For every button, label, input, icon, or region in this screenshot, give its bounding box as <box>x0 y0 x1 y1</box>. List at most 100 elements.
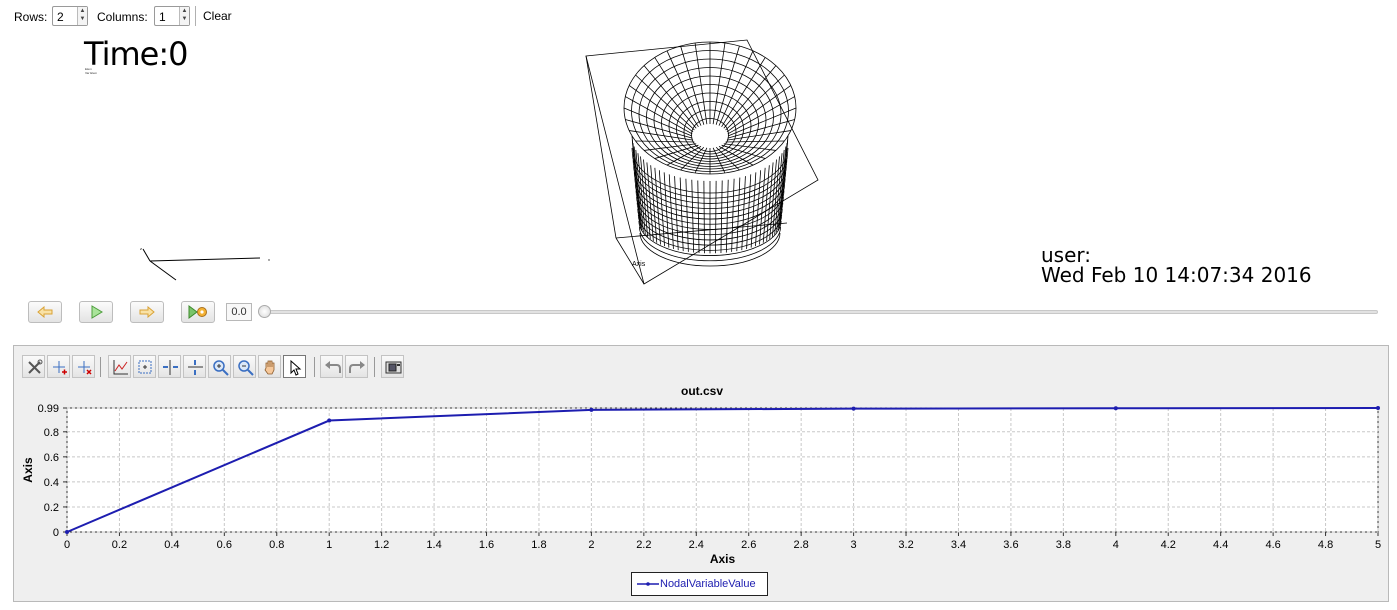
mesh-line <box>674 176 679 251</box>
orientation-axes-icon: x z <box>140 246 270 281</box>
clear-button[interactable]: Clear <box>203 9 232 23</box>
columns-value[interactable]: 1 <box>159 10 166 24</box>
rows-stepper[interactable]: 2 ▲ ▼ <box>52 6 88 26</box>
axis-x-letter: x <box>268 257 270 262</box>
mesh-line <box>685 178 689 252</box>
columns-label: Columns: <box>97 10 148 24</box>
mesh-line <box>703 180 705 254</box>
x-tick-label: 0.8 <box>269 539 284 551</box>
mesh-line <box>750 172 757 248</box>
plot-area <box>66 407 1379 533</box>
time-slider-track[interactable] <box>264 310 1378 314</box>
x-tick-label: 3.8 <box>1056 539 1071 551</box>
x-tick-label: 2.8 <box>794 539 809 551</box>
mesh-line <box>720 180 723 254</box>
rows-label: Rows: <box>14 10 48 24</box>
x-tick-label: 0.2 <box>112 539 127 551</box>
mesh-line <box>668 174 674 249</box>
y-tick-label: 0.99 <box>38 403 59 415</box>
x-tick-label: 4.4 <box>1213 539 1228 551</box>
line-chart[interactable]: 0 0.2 0.4 0.6 0.8 1 1.2 1.4 1.6 1.8 2 2.2 2.4 2.6 2.8 3… <box>14 346 1390 603</box>
mesh-line <box>715 180 717 254</box>
step-forward-button[interactable] <box>130 301 164 323</box>
mesh-line <box>725 179 729 253</box>
data-point[interactable] <box>65 530 69 534</box>
mesh-line <box>691 179 695 253</box>
x-tick-label: 1.6 <box>479 539 494 551</box>
x-tick-label: 1 <box>326 539 332 551</box>
data-point[interactable] <box>1113 406 1118 411</box>
time-value-field[interactable]: 0.0 <box>226 303 252 321</box>
play-button[interactable] <box>79 301 113 323</box>
date-annotation: Wed Feb 10 14:07:34 2016 <box>1041 263 1312 287</box>
y-tick-label: 0.8 <box>44 427 59 439</box>
mesh-radial <box>725 74 785 131</box>
step-back-button[interactable] <box>28 301 62 323</box>
arrow-right-icon <box>139 306 155 318</box>
data-point[interactable] <box>327 418 332 423</box>
cylinder-mesh-render: Axis <box>585 39 819 285</box>
x-tick-label: 0 <box>64 539 70 551</box>
mesh-radial <box>635 140 695 143</box>
x-tick-label: 0.4 <box>164 539 179 551</box>
x-tick-label: 3.2 <box>898 539 913 551</box>
play-icon <box>91 305 103 319</box>
stepper-arrows-icon[interactable]: ▲ ▼ <box>179 7 189 25</box>
mesh-line <box>679 177 684 252</box>
legend-swatch <box>637 582 659 586</box>
y-axis-label: Axis <box>21 457 35 483</box>
mesh-axis-label: Axis <box>632 261 646 268</box>
animation-controls: 0.0 <box>0 298 1397 328</box>
x-axis-label: Axis <box>710 552 736 566</box>
x-tick-label: 4 <box>1113 539 1119 551</box>
rows-value[interactable]: 2 <box>57 10 64 24</box>
x-tick-label: 2 <box>588 539 594 551</box>
time-slider-thumb[interactable] <box>258 305 271 318</box>
time-annotation: Time:0 <box>84 35 188 73</box>
render-viewport[interactable]: Time:0 Elem Var Elem x z Axis user: Wed … <box>0 32 1397 294</box>
play-settings-button[interactable] <box>181 301 215 323</box>
tiny-legend-text: Var Elem <box>85 71 98 75</box>
x-tick-label: 4.8 <box>1318 539 1333 551</box>
data-point[interactable] <box>851 406 856 411</box>
data-point[interactable] <box>1376 406 1380 410</box>
mesh-line <box>731 178 735 252</box>
mesh-radial <box>694 42 708 125</box>
x-tick-label: 5 <box>1375 539 1381 551</box>
mesh-radial <box>628 85 694 133</box>
y-tick-label: 0 <box>53 527 59 539</box>
x-tick-label: 2.2 <box>636 539 651 551</box>
stepper-arrows-icon[interactable]: ▲ ▼ <box>77 7 87 25</box>
x-tick-label: 1.2 <box>374 539 389 551</box>
mesh-radial <box>712 42 726 125</box>
x-tick-label: 0.6 <box>217 539 232 551</box>
mesh-radial <box>726 85 792 133</box>
x-tick-label: 3.4 <box>951 539 966 551</box>
mesh-line <box>663 172 670 248</box>
mesh-line <box>632 143 642 228</box>
x-tick-label: 2.4 <box>689 539 704 551</box>
columns-stepper[interactable]: 1 ▲ ▼ <box>154 6 190 26</box>
mesh-line <box>746 174 752 249</box>
play-gear-icon <box>188 305 207 319</box>
data-point[interactable] <box>589 407 594 412</box>
mesh-radial <box>666 50 702 126</box>
x-tick-label: 1.8 <box>531 539 546 551</box>
chart-legend[interactable]: NodalVariableValue <box>631 572 768 596</box>
mesh-radial <box>725 140 785 143</box>
mesh-line <box>741 176 746 251</box>
mesh-radial <box>680 146 705 171</box>
x-tick-label: 3 <box>851 539 857 551</box>
mesh-radial <box>635 74 695 131</box>
mesh-radial <box>718 50 754 126</box>
mesh-lines <box>585 39 819 285</box>
legend-label: NodalVariableValue <box>660 578 756 590</box>
x-tick-label: 2.6 <box>741 539 756 551</box>
bounding-box-edge <box>585 55 617 239</box>
mesh-line <box>697 180 700 254</box>
y-tick-label: 0.4 <box>44 477 59 489</box>
axis-z-letter: z <box>140 246 142 251</box>
y-tick-label: 0.2 <box>44 502 59 514</box>
x-tick-label: 4.2 <box>1161 539 1176 551</box>
mesh-line <box>736 177 741 252</box>
